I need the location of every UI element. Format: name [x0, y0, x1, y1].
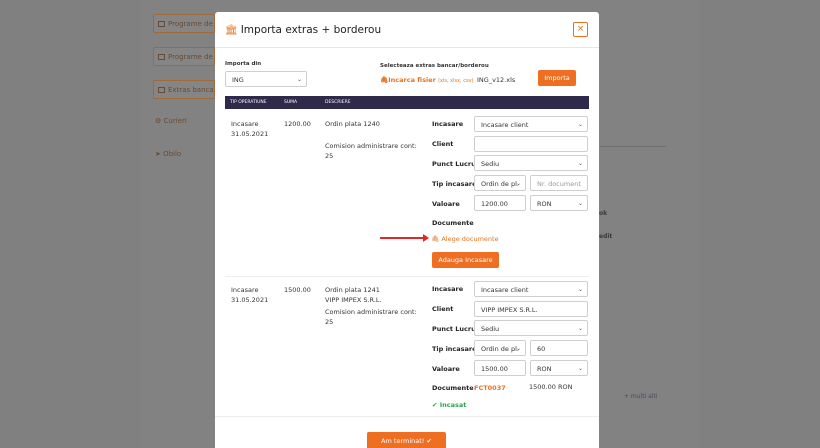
row2-punct-select[interactable]: Sediu ⌄ [474, 320, 588, 336]
row2-client-label: Client [432, 305, 454, 313]
chevron-down-icon: ⌄ [577, 121, 583, 128]
row2-desc3: Comision administrare cont: [325, 308, 417, 316]
chevron-down-icon: ⌄ [577, 325, 583, 332]
row2-punct-label: Punct Lucru [432, 325, 476, 333]
import-button[interactable]: Importa [538, 70, 576, 86]
header-tip-operatiune: TIP OPERATIUNE [230, 100, 267, 105]
row2-nr-document-input[interactable]: 60 [530, 340, 588, 356]
row1-documente-label: Documente [432, 219, 474, 227]
row2-valoare-input[interactable]: 1500.00 [474, 360, 526, 376]
row1-tip-select[interactable]: Ordin de pl. ⌄ [474, 175, 526, 191]
row1-incasare-select[interactable]: Incasare client ⌄ [474, 116, 588, 132]
select-file-label: Selecteaza extras bancar/borderou [380, 63, 489, 69]
row1-valoare-input[interactable]: 1200.00 [474, 195, 526, 211]
row1-type: Incasare [231, 120, 259, 128]
row1-currency-select[interactable]: RON ⌄ [530, 195, 588, 211]
row1-desc3: 25 [325, 152, 334, 160]
row1-punct-select[interactable]: Sediu ⌄ [474, 155, 588, 171]
chevron-down-icon: ⌄ [515, 345, 521, 352]
row2-incasare-select[interactable]: Incasare client ⌄ [474, 281, 588, 297]
chevron-down-icon: ⌄ [515, 180, 521, 187]
document-icon [158, 54, 165, 60]
row1-desc1: Ordin plata 1240 [325, 120, 380, 128]
bg-divider [600, 146, 666, 147]
bg-text-edit: edit [599, 233, 613, 240]
row1-client-label: Client [432, 140, 454, 148]
row1-incasare-label: Incasare [432, 120, 464, 128]
row1-tip-label: Tip incasare [432, 180, 477, 188]
row2-desc2: VIPP IMPEX S.R.L. [325, 296, 382, 304]
paperclip-icon: 🖇 [431, 235, 440, 243]
bg-button-extras: Extras banca [153, 80, 215, 99]
chevron-down-icon: ⌄ [577, 200, 583, 207]
close-button[interactable]: × [573, 22, 588, 37]
chevron-down-icon: ⌄ [577, 286, 583, 293]
row2-valoare-label: Valoare [432, 365, 460, 373]
bank-card-icon [158, 87, 165, 93]
row1-amount: 1200.00 [284, 120, 311, 128]
row1-alege-documente-link[interactable]: 🖇 Alege documente [431, 235, 499, 243]
row2-type: Incasare [231, 286, 259, 294]
finish-button[interactable]: Am terminat! ✔ [367, 432, 446, 448]
footer-separator [215, 416, 599, 417]
row1-date: 31.05.2021 [231, 130, 269, 138]
row1-valoare-label: Valoare [432, 200, 460, 208]
bg-button-programe-f: Programe de f [153, 14, 215, 33]
row2-doc-number-link[interactable]: FCT0037 [474, 384, 506, 392]
row2-date: 31.05.2021 [231, 296, 269, 304]
row2-doc-amount: 1500.00 RON [529, 383, 573, 391]
bank-icon: 🏛 [225, 25, 238, 36]
row2-tip-label: Tip incasare [432, 345, 477, 353]
table-header: TIP OPERATIUNE SUMA DESCRIERE [225, 96, 589, 109]
row2-desc4: 25 [325, 318, 334, 326]
row2-documente-label: Documente [432, 384, 474, 392]
row2-desc1: Ordin plata 1241 [325, 286, 380, 294]
header-descriere: DESCRIERE [325, 100, 351, 105]
bg-text-ok: ok [599, 210, 608, 217]
bg-link-obilo: ➤ Obilo [155, 150, 182, 158]
row1-client-input[interactable] [474, 136, 588, 152]
row1-nr-document-input[interactable]: Nr. document [530, 175, 588, 191]
upload-file-link[interactable]: 🖇Incarca fisier (xls, xlsx, csv) [380, 76, 474, 84]
row1-adauga-incasare-button[interactable]: Adauga Incasare [432, 252, 499, 268]
chevron-down-icon: ⌄ [296, 76, 302, 83]
row1-punct-label: Punct Lucru [432, 160, 476, 168]
monitor-icon [158, 21, 165, 27]
check-icon: ✔ [426, 437, 432, 445]
row2-status: ✔ Incasat [432, 401, 467, 409]
check-icon: ✔ [432, 401, 438, 409]
row1-desc2: Comision administrare cont: [325, 142, 417, 150]
header-suma: SUMA [284, 100, 298, 105]
modal-title: 🏛 Importa extras + borderou [225, 24, 382, 36]
row2-currency-select[interactable]: RON ⌄ [530, 360, 588, 376]
modal-header: 🏛 Importa extras + borderou × [215, 12, 599, 48]
bg-text-multi: + multi alti [624, 393, 658, 400]
row2-incasare-label: Incasare [432, 285, 464, 293]
red-arrow-annotation [380, 234, 429, 242]
bg-button-programe-d: Programe de d [153, 47, 215, 66]
chevron-down-icon: ⌄ [577, 365, 583, 372]
import-modal: 🏛 Importa extras + borderou × Importa din… [215, 12, 599, 448]
bg-link-curieri: ⚙ Curieri [155, 117, 187, 125]
chevron-down-icon: ⌄ [577, 160, 583, 167]
import-from-label: Importa din [225, 61, 262, 67]
row-separator [225, 276, 589, 277]
row2-client-input[interactable]: VIPP IMPEX S.R.L. [474, 301, 588, 317]
row2-amount: 1500.00 [284, 286, 311, 294]
import-from-select[interactable]: ING ⌄ [225, 71, 307, 87]
selected-filename: ING_v12.xls [477, 76, 516, 84]
row2-tip-select[interactable]: Ordin de pl. ⌄ [474, 340, 526, 356]
